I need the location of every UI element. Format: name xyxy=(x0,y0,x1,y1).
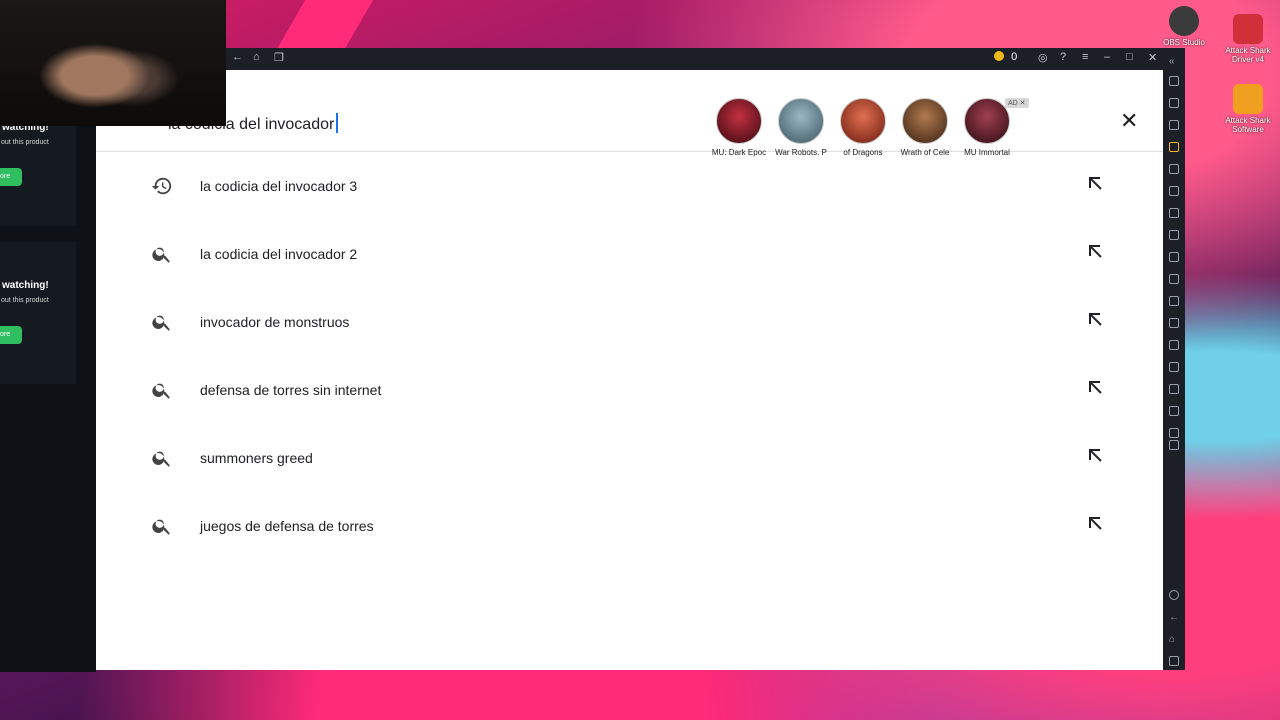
suggestion-row[interactable]: invocador de monstruos xyxy=(96,288,1163,356)
suggestion-row[interactable]: defensa de torres sin internet xyxy=(96,356,1163,424)
watching-card-button[interactable]: ore xyxy=(0,326,22,344)
watching-card-title: watching! xyxy=(2,280,49,291)
multi-instance-icon[interactable] xyxy=(1169,230,1179,240)
record-icon[interactable] xyxy=(1169,274,1179,284)
desktop-icon-attack-shark-software[interactable]: Attack Shark Software xyxy=(1220,84,1276,134)
watching-card: watching! out this product ore xyxy=(0,242,76,384)
library-icon[interactable] xyxy=(1169,440,1179,450)
suggestion-row[interactable]: la codicia del invocador 3 xyxy=(96,152,1163,220)
fullscreen-icon[interactable] xyxy=(1169,76,1179,86)
suggestion-row[interactable]: summoners greed xyxy=(96,424,1163,492)
watching-card-button[interactable]: ore xyxy=(0,168,22,186)
promoted-game[interactable]: Wrath of Cele xyxy=(894,98,956,157)
volume-icon[interactable] xyxy=(1169,98,1179,108)
promoted-game[interactable]: War Robots. P xyxy=(770,98,832,157)
android-back-icon[interactable]: ← xyxy=(1169,612,1179,623)
shake-icon[interactable] xyxy=(1169,428,1179,438)
play-store-search-screen: la codicia del invocador ✕ MU: Dark Epoc… xyxy=(96,70,1163,670)
clear-search-icon[interactable]: ✕ xyxy=(1120,110,1138,132)
ad-badge[interactable]: AD ✕ xyxy=(1005,98,1029,108)
search-icon xyxy=(152,451,170,467)
fill-query-arrow-icon[interactable] xyxy=(1086,446,1104,464)
help-icon[interactable]: ? xyxy=(1060,51,1066,63)
layers-icon[interactable] xyxy=(1169,406,1179,416)
menu-icon[interactable]: ≡ xyxy=(1082,51,1088,63)
rotate-icon[interactable] xyxy=(1169,164,1179,174)
suggestion-text: summoners greed xyxy=(200,450,313,466)
suggestion-row[interactable]: juegos de defensa de torres xyxy=(96,492,1163,560)
android-home-icon[interactable]: ⌂ xyxy=(1169,634,1179,645)
obs-icon xyxy=(1169,6,1199,36)
desktop-icon-label: Attack Shark Software xyxy=(1225,116,1271,134)
attack-shark-software-icon xyxy=(1233,84,1263,114)
eco-mode-icon[interactable] xyxy=(1169,318,1179,328)
fill-query-arrow-icon[interactable] xyxy=(1086,174,1104,192)
collapse-sidebar-icon[interactable]: « xyxy=(1169,56,1179,67)
game-thumbnail xyxy=(778,98,824,144)
emulator-titlebar: ← ⌂ ❐ 0 ◎ ? ≡ – □ ✕ xyxy=(226,48,1164,70)
search-icon xyxy=(152,247,170,263)
minimize-icon[interactable]: – xyxy=(1104,51,1110,63)
history-icon xyxy=(151,177,172,195)
search-icon xyxy=(152,383,170,399)
fill-query-arrow-icon[interactable] xyxy=(1086,242,1104,260)
maximize-icon[interactable]: □ xyxy=(1126,51,1133,63)
search-icon xyxy=(152,315,170,331)
recent-apps-icon[interactable]: ❐ xyxy=(274,51,284,64)
close-window-icon[interactable]: ✕ xyxy=(1148,51,1157,64)
ad-label: AD xyxy=(1008,100,1018,107)
macro-icon[interactable] xyxy=(1169,208,1179,218)
suggestion-text: la codicia del invocador 2 xyxy=(200,246,358,262)
suggestion-text: juegos de defensa de torres xyxy=(200,518,374,534)
erase-icon[interactable] xyxy=(1169,362,1179,372)
watching-card: watching! out this product ore xyxy=(0,110,76,226)
keyboard-icon[interactable] xyxy=(1169,120,1179,130)
attack-shark-driver-icon xyxy=(1233,14,1263,44)
game-thumbnail xyxy=(716,98,762,144)
fill-query-arrow-icon[interactable] xyxy=(1086,514,1104,532)
desktop-icon-obs[interactable]: OBS Studio xyxy=(1156,6,1212,47)
watching-card-subtitle: out this product xyxy=(1,297,49,304)
location-icon[interactable] xyxy=(1169,384,1179,394)
coin-icon xyxy=(994,51,1004,61)
suggestion-text: invocador de monstruos xyxy=(200,314,350,330)
game-thumbnail xyxy=(964,98,1010,144)
watching-card-subtitle: out this product xyxy=(1,139,49,146)
desktop-icon-label: OBS Studio xyxy=(1163,38,1205,47)
webcam-overlay xyxy=(0,0,226,126)
fill-query-arrow-icon[interactable] xyxy=(1086,310,1104,328)
search-icon xyxy=(152,519,170,535)
media-folder-icon[interactable] xyxy=(1169,296,1179,306)
android-recents-icon[interactable] xyxy=(1169,656,1179,666)
suggestion-text: defensa de torres sin internet xyxy=(200,382,382,398)
fill-query-arrow-icon[interactable] xyxy=(1086,378,1104,396)
emulator-sidebar: « ← ⌂ xyxy=(1163,48,1185,670)
game-thumbnail xyxy=(902,98,948,144)
coin-count: 0 xyxy=(1011,51,1018,63)
sync-icon[interactable] xyxy=(1169,186,1179,196)
text-cursor xyxy=(336,113,339,133)
suggestion-row[interactable]: la codicia del invocador 2 xyxy=(96,220,1163,288)
desktop-icon-attack-shark-driver[interactable]: Attack Shark Driver v4 xyxy=(1220,14,1276,64)
back-icon[interactable]: ← xyxy=(232,51,243,63)
home-icon[interactable]: ⌂ xyxy=(253,51,260,63)
promoted-game[interactable]: of Dragons xyxy=(832,98,894,157)
account-icon[interactable]: ◎ xyxy=(1038,51,1048,64)
game-thumbnail xyxy=(840,98,886,144)
apk-install-icon[interactable] xyxy=(1169,340,1179,350)
suggestion-text: la codicia del invocador 3 xyxy=(200,178,358,194)
settings-icon[interactable] xyxy=(1169,590,1179,600)
screenshot-icon[interactable] xyxy=(1169,252,1179,262)
game-controls-icon[interactable] xyxy=(1169,142,1179,152)
desktop-icon-label: Attack Shark Driver v4 xyxy=(1225,46,1271,64)
promoted-game[interactable]: MU: Dark Epoc xyxy=(708,98,770,157)
coin-balance[interactable]: 0 xyxy=(994,51,1017,63)
